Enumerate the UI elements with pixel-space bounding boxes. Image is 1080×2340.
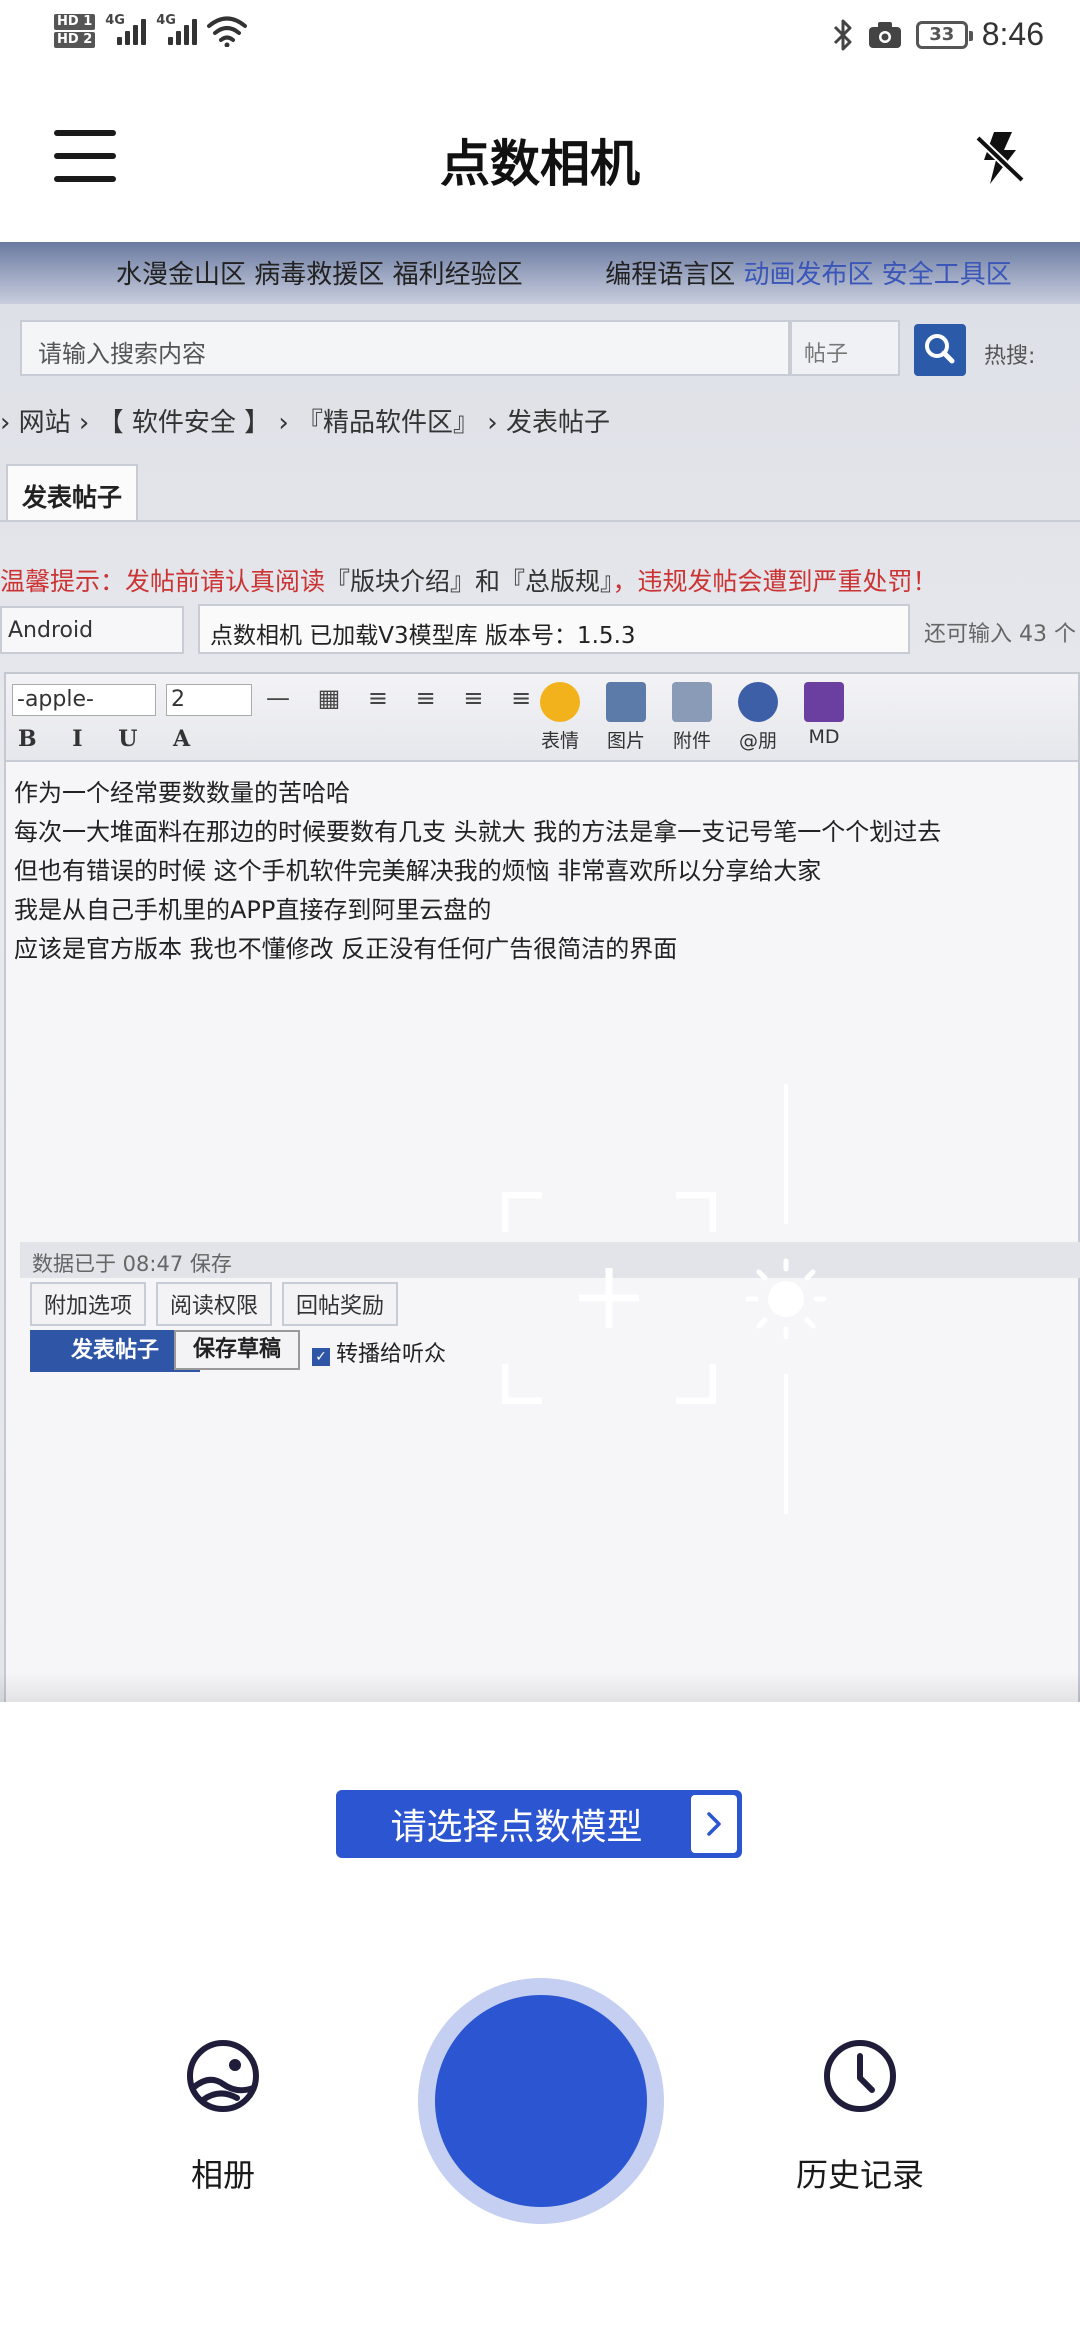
preview-align-icons: — ▦ ≡ ≡ ≡ ≡ <box>266 684 542 712</box>
camera-status-icon <box>868 21 901 48</box>
preview-tab-divider <box>0 520 1080 522</box>
notice-part-3: ，违规发帖会遭到严重处罚！ <box>612 567 938 596</box>
brightness-sun-icon <box>745 1258 827 1340</box>
forum-nav-item-6: 安全工具区 <box>881 260 1012 290</box>
chevron-right-icon <box>691 1795 737 1853</box>
post-line: 应该是官方版本 我也不懂修改 反正没有任何广告很简洁的界面 <box>14 935 678 963</box>
preview-mention-tool: @朋 <box>734 682 782 753</box>
preview-editor: -apple- 2 B I U A — ▦ ≡ ≡ ≡ ≡ 表情 图片 附件 @… <box>4 672 1080 1702</box>
album-label: 相册 <box>190 2156 255 2194</box>
preview-draft-button: 保存草稿 <box>174 1330 300 1370</box>
preview-option-1: 附加选项 <box>30 1282 147 1326</box>
forum-nav-item-5: 动画发布区 <box>743 260 874 290</box>
camera-preview[interactable]: 水漫金山区 病毒救援区 福利经验区 编程语言区 动画发布区 安全工具区 请输入搜… <box>0 242 1080 1702</box>
forum-nav-item-1: 水漫金山区 <box>116 260 247 290</box>
preview-editor-toolbar: -apple- 2 B I U A — ▦ ≡ ≡ ≡ ≡ 表情 图片 附件 @… <box>6 674 1078 762</box>
preview-notice: 温馨提示：发帖前请认真阅读『版块介绍』和『总版规』，违规发帖会遭到严重处罚！ <box>0 562 938 598</box>
preview-hot-label: 热搜: <box>984 344 1036 369</box>
notice-part-1: 温馨提示：发帖前请认真阅读 <box>0 567 326 596</box>
focus-crosshair-icon[interactable] <box>502 1192 716 1404</box>
preview-attach-tool: 附件 <box>668 682 716 753</box>
post-line: 我是从自己手机里的APP直接存到阿里云盘的 <box>14 896 492 924</box>
wifi-icon <box>207 16 248 47</box>
select-model-label: 请选择点数模型 <box>390 1807 643 1848</box>
status-left: HD 1 HD 2 4G 4G <box>54 13 248 48</box>
preview-remaining-count: 还可输入 43 个 <box>924 622 1076 647</box>
clock-icon <box>824 2040 896 2112</box>
bluetooth-icon <box>833 19 852 50</box>
post-line: 作为一个经常要数数量的苦哈哈 <box>14 779 350 807</box>
forum-nav-item-2: 病毒救援区 <box>254 260 385 290</box>
hd1-badge: HD 1 <box>54 14 96 30</box>
history-button[interactable]: 历史记录 <box>770 2038 950 2194</box>
history-label: 历史记录 <box>795 2156 924 2194</box>
preview-option-3: 回帖奖励 <box>282 1282 399 1326</box>
preview-breadcrumb: › 网站 › 【 软件安全 】 › 『精品软件区』 › 发表帖子 <box>0 408 610 438</box>
network-type-2: 4G <box>156 13 176 28</box>
signal-1-icon: 4G <box>105 13 147 45</box>
preview-size-select: 2 <box>166 684 252 716</box>
post-line: 但也有错误的时候 这个手机软件完美解决我的烦恼 非常喜欢所以分享给大家 <box>14 857 822 885</box>
flash-off-icon[interactable] <box>972 128 1028 188</box>
preview-category-select: Android <box>0 606 184 654</box>
page-title: 点数相机 <box>440 135 640 193</box>
shutter-core <box>435 1995 647 2207</box>
preview-search-box: 请输入搜索内容 <box>20 320 790 376</box>
preview-title-input: 点数相机 已加载V3模型库 版本号：1.5.3 <box>198 604 910 654</box>
shutter-button[interactable] <box>418 1978 664 2224</box>
forum-nav-item-3: 福利经验区 <box>392 260 523 290</box>
status-bar: HD 1 HD 2 4G 4G 33 8:46 <box>0 0 1080 72</box>
brightness-slider[interactable] <box>744 1084 828 1514</box>
preview-search-scope: 帖子 <box>790 320 900 376</box>
album-button[interactable]: 相册 <box>150 2038 296 2194</box>
forum-nav-item-4: 编程语言区 <box>605 260 736 290</box>
select-model-button[interactable]: 请选择点数模型 <box>336 1790 742 1858</box>
preview-font-select: -apple- <box>12 684 156 716</box>
preview-insert-tools: 表情 图片 附件 @朋 MD <box>536 682 848 753</box>
preview-search-icon <box>914 324 966 376</box>
battery-level: 33 <box>929 24 955 45</box>
album-icon <box>187 2040 259 2112</box>
preview-post-body: 作为一个经常要数数量的苦哈哈 每次一大堆面料在那边的时候要数有几支 头就大 我的… <box>14 774 941 969</box>
preview-markdown-tool: MD <box>800 682 848 753</box>
battery-icon: 33 <box>915 20 973 49</box>
preview-format-glyphs: B I U A <box>18 726 205 752</box>
preview-shade <box>0 1672 1080 1702</box>
clock: 8:46 <box>981 16 1044 52</box>
broadcast-label: 转播给听众 <box>336 1342 447 1367</box>
signal-2-icon: 4G <box>156 13 198 45</box>
app-bar: 点数相机 <box>0 72 1080 242</box>
hd-indicators: HD 1 HD 2 <box>54 14 96 48</box>
preview-emoji-tool: 表情 <box>536 682 584 753</box>
hd2-badge: HD 2 <box>54 32 96 48</box>
preview-broadcast-checkbox: ✓ 转播给听众 <box>312 1336 446 1368</box>
status-right: 33 8:46 <box>832 16 1044 53</box>
network-type-1: 4G <box>105 13 125 28</box>
preview-option-2: 阅读权限 <box>156 1282 273 1326</box>
notice-part-2: 『版块介绍』和『总版规』 <box>325 567 613 596</box>
preview-image-tool: 图片 <box>602 682 650 753</box>
preview-options: 附加选项 阅读权限 回帖奖励 <box>30 1282 399 1326</box>
preview-tab-post: 发表帖子 <box>6 464 138 520</box>
preview-forum-nav: 水漫金山区 病毒救援区 福利经验区 编程语言区 动画发布区 安全工具区 <box>0 242 1080 304</box>
post-line: 每次一大堆面料在那边的时候要数有几支 头就大 我的方法是拿一支记号笔一个个划过去 <box>14 818 942 846</box>
